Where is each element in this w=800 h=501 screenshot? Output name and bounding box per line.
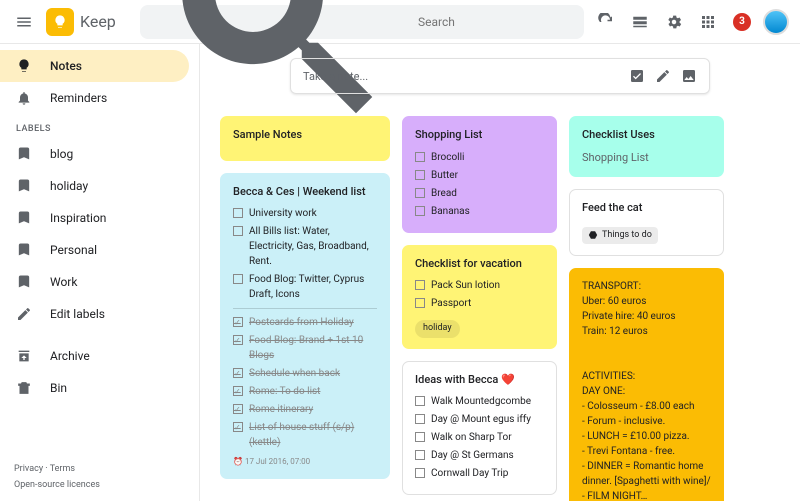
label-blog[interactable]: blog [0, 138, 189, 170]
checkbox-icon [415, 450, 425, 460]
account-avatar[interactable] [760, 6, 792, 38]
checkbox-icon [233, 404, 243, 414]
checkbox-icon [415, 170, 425, 180]
checkbox-icon [415, 414, 425, 424]
checklist-item[interactable]: Pack Sun lotion [415, 278, 544, 293]
settings-button[interactable] [658, 6, 690, 38]
checklist-item[interactable]: Passport [415, 296, 544, 311]
checkbox-icon [415, 206, 425, 216]
bin[interactable]: Bin [0, 372, 189, 404]
checkbox-icon [233, 208, 243, 218]
checklist-item[interactable]: Cornwall Day Trip [415, 466, 544, 481]
take-note-placeholder: Take a note... [303, 70, 619, 83]
edit-labels[interactable]: Edit labels [0, 298, 189, 330]
note-transport[interactable]: TRANSPORT: Uber: 60 euros Private hire: … [569, 268, 724, 501]
checkbox-icon [415, 468, 425, 478]
checkbox-icon [233, 335, 243, 345]
checkbox-icon [415, 188, 425, 198]
search-input[interactable] [418, 15, 574, 29]
sidebar: NotesReminders LABELS blogholidayInspira… [0, 44, 200, 501]
note-shopping[interactable]: Shopping List BrocolliButterBreadBananas [402, 116, 557, 233]
label-inspiration[interactable]: Inspiration [0, 202, 189, 234]
menu-button[interactable] [8, 6, 40, 38]
checklist-item[interactable]: Brocolli [415, 150, 544, 165]
search-bar[interactable] [140, 5, 584, 39]
note-sample[interactable]: Sample Notes [220, 116, 390, 161]
checkbox-icon [415, 298, 425, 308]
checkbox-icon [233, 422, 243, 432]
nav-notes[interactable]: Notes [0, 50, 189, 82]
checklist-item[interactable]: Bananas [415, 204, 544, 219]
checklist-item[interactable]: University work [233, 206, 377, 221]
checklist-item[interactable]: Food Blog: Brand + 1st 10 Blogs [233, 333, 377, 363]
note-feed-cat[interactable]: Feed the cat Things to do [569, 189, 724, 256]
avatar [763, 9, 789, 35]
checklist-item[interactable]: Day @ St Germans [415, 448, 544, 463]
checkbox-icon [233, 317, 243, 327]
labels-heading: LABELS [0, 114, 199, 138]
checklist-item[interactable]: Bread [415, 186, 544, 201]
view-toggle-button[interactable] [624, 6, 656, 38]
new-drawing-icon[interactable] [655, 68, 671, 84]
nav-reminders[interactable]: Reminders [0, 82, 189, 114]
checkbox-icon [415, 152, 425, 162]
checklist-item[interactable]: Schedule when back [233, 366, 377, 381]
checkbox-icon [415, 280, 425, 290]
label-holiday[interactable]: holiday [0, 170, 189, 202]
checklist-item[interactable]: List of house stuff (s/p) (kettle) [233, 420, 377, 450]
checkbox-icon [233, 274, 243, 284]
label-chip[interactable]: Things to do [582, 227, 658, 245]
note-checklist-uses[interactable]: Checklist Uses Shopping List [569, 116, 724, 177]
checkbox-icon [415, 396, 425, 406]
checklist-item[interactable]: Butter [415, 168, 544, 183]
keep-logo [46, 8, 74, 36]
apps-button[interactable] [692, 6, 724, 38]
licences-link[interactable]: Open-source licences [14, 480, 100, 490]
label-personal[interactable]: Personal [0, 234, 189, 266]
new-list-icon[interactable] [629, 68, 645, 84]
app-name: Keep [80, 12, 116, 31]
label-work[interactable]: Work [0, 266, 189, 298]
footer-links: Privacy · Terms Open-source licences [0, 453, 199, 501]
checklist-item[interactable]: All Bills list: Water, Electricity, Gas,… [233, 224, 377, 269]
checklist-item[interactable]: Postcards from Holiday [233, 315, 377, 330]
checkbox-icon [233, 368, 243, 378]
checkbox-icon [415, 432, 425, 442]
new-image-icon[interactable] [681, 68, 697, 84]
checklist-item[interactable]: Walk on Sharp Tor [415, 430, 544, 445]
note-timestamp: ⏰ 17 Jul 2016, 07:00 [233, 456, 377, 468]
checklist-item[interactable]: Rome itinerary [233, 402, 377, 417]
checklist-item[interactable]: Food Blog: Twitter, Cyprus Draft, Icons [233, 272, 377, 302]
take-note-bar[interactable]: Take a note... [290, 58, 710, 94]
notifications-badge[interactable]: 3 [726, 6, 758, 38]
checkbox-icon [233, 386, 243, 396]
checklist-item[interactable]: Rome: To do list [233, 384, 377, 399]
divider [233, 308, 377, 309]
terms-link[interactable]: Terms [50, 464, 75, 474]
privacy-link[interactable]: Privacy [14, 464, 43, 474]
checkbox-icon [233, 226, 243, 236]
note-vacation[interactable]: Checklist for vacation Pack Sun lotionPa… [402, 245, 557, 349]
checklist-item[interactable]: Day @ Mount egus iffy [415, 412, 544, 427]
archive[interactable]: Archive [0, 340, 189, 372]
note-ideas[interactable]: Ideas with Becca ❤️ Walk MountedgcombeDa… [402, 361, 557, 496]
refresh-button[interactable] [590, 6, 622, 38]
note-weekend[interactable]: Becca & Ces | Weekend list University wo… [220, 173, 390, 480]
label-chip[interactable]: holiday [415, 320, 460, 338]
checklist-item[interactable]: Walk Mountedgcombe [415, 394, 544, 409]
